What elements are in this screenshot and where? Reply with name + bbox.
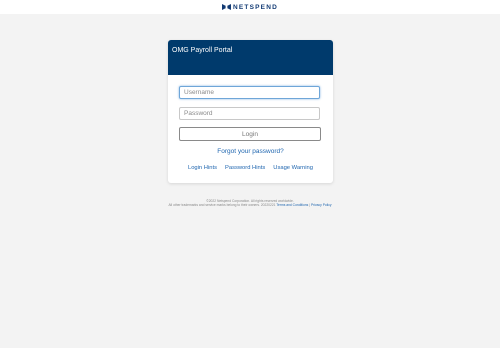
hint-links: Login Hints Password Hints Usage Warning [168,165,333,171]
login-card: OMG Payroll Portal Login Forgot your pas… [168,40,333,183]
top-bar: NETSPEND [0,0,500,14]
brand-logo[interactable]: NETSPEND [222,4,278,11]
brand-name: NETSPEND [233,3,278,11]
footer-separator: | [309,203,311,208]
usage-warning-link[interactable]: Usage Warning [273,165,313,171]
page-footer: ©2022 Netspend Corporation. All rights r… [0,199,500,207]
username-input[interactable] [179,86,320,99]
password-hints-link[interactable]: Password Hints [225,165,265,171]
password-input[interactable] [179,107,320,120]
privacy-link[interactable]: Privacy Policy [311,203,332,207]
portal-title: OMG Payroll Portal [168,40,333,75]
netspend-bowtie-icon [222,4,231,10]
trademark-text: All other trademarks and service marks b… [168,203,276,208]
login-hints-link[interactable]: Login Hints [188,165,217,171]
terms-link[interactable]: Terms and Conditions [276,203,308,207]
forgot-password-link[interactable]: Forgot your password? [168,148,333,155]
login-button[interactable]: Login [179,127,321,141]
